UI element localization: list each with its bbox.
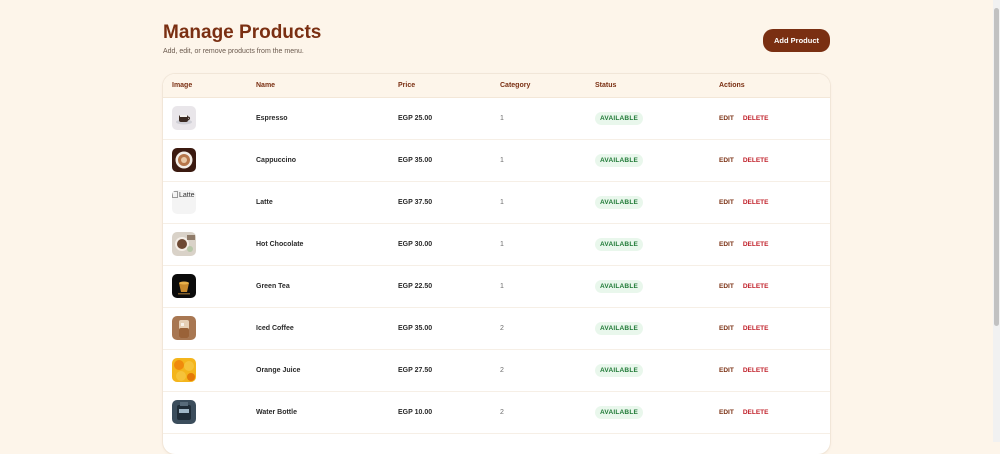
delete-button[interactable]: DELETE [743, 115, 769, 122]
status-badge: AVAILABLE [595, 279, 644, 293]
product-price: EGP 37.50 [398, 198, 433, 206]
column-header-price: Price [398, 82, 416, 89]
product-category: 1 [500, 240, 504, 248]
delete-button[interactable]: DELETE [743, 367, 769, 374]
manage-products-page: Manage Products Add, edit, or remove pro… [0, 0, 1000, 454]
product-category: 1 [500, 156, 504, 164]
status-badge: AVAILABLE [595, 237, 644, 251]
product-image-green-tea [172, 274, 196, 298]
product-name: Iced Coffee [256, 324, 294, 332]
product-image-latte: Latte [172, 190, 196, 214]
product-category: 2 [500, 366, 504, 374]
status-badge: AVAILABLE [595, 363, 644, 377]
delete-button[interactable]: DELETE [743, 325, 769, 332]
add-product-button[interactable]: Add Product [763, 29, 830, 52]
status-badge: AVAILABLE [595, 405, 644, 419]
actions-cell: EDIT DELETE [719, 391, 768, 433]
product-name: Latte [256, 198, 273, 206]
status-cell: AVAILABLE [595, 349, 644, 391]
table-row: Water Bottle EGP 10.00 2 AVAILABLE EDIT … [163, 391, 830, 434]
actions-cell: EDIT DELETE [719, 265, 768, 307]
product-name: Water Bottle [256, 408, 297, 416]
status-cell: AVAILABLE [595, 391, 644, 433]
actions-cell: EDIT DELETE [719, 139, 768, 181]
broken-image-placeholder: Latte [172, 190, 196, 214]
table-row: Hot Chocolate EGP 30.00 1 AVAILABLE EDIT… [163, 223, 830, 266]
status-cell: AVAILABLE [595, 97, 644, 139]
actions-cell: EDIT DELETE [719, 349, 768, 391]
product-name: Cappuccino [256, 156, 297, 164]
edit-button[interactable]: EDIT [719, 199, 734, 206]
table-row: Latte Latte EGP 37.50 1 AVAILABLE EDIT D… [163, 181, 830, 224]
product-price: EGP 30.00 [398, 240, 433, 248]
product-name: Orange Juice [256, 366, 301, 374]
broken-image-icon [172, 191, 178, 198]
product-name: Hot Chocolate [256, 240, 304, 248]
scrollbar-thumb[interactable] [994, 8, 999, 326]
edit-button[interactable]: EDIT [719, 115, 734, 122]
edit-button[interactable]: EDIT [719, 157, 734, 164]
actions-cell: EDIT DELETE [719, 97, 768, 139]
products-table: Image Name Price Category Status Actions… [163, 74, 830, 454]
status-cell: AVAILABLE [595, 139, 644, 181]
edit-button[interactable]: EDIT [719, 241, 734, 248]
product-price: EGP 35.00 [398, 156, 433, 164]
product-image-cappuccino [172, 148, 196, 172]
product-category: 1 [500, 198, 504, 206]
status-cell: AVAILABLE [595, 223, 644, 265]
product-image-espresso [172, 106, 196, 130]
actions-cell: EDIT DELETE [719, 223, 768, 265]
product-category: 1 [500, 282, 504, 290]
delete-button[interactable]: DELETE [743, 241, 769, 248]
column-header-name: Name [256, 82, 276, 89]
product-category: 1 [500, 114, 504, 122]
image-alt-text: Latte [179, 192, 195, 199]
product-price: EGP 10.00 [398, 408, 433, 416]
delete-button[interactable]: DELETE [743, 283, 769, 290]
status-badge: AVAILABLE [595, 111, 644, 125]
edit-button[interactable]: EDIT [719, 325, 734, 332]
delete-button[interactable]: DELETE [743, 157, 769, 164]
product-name: Green Tea [256, 282, 290, 290]
actions-cell: EDIT DELETE [719, 181, 768, 223]
table-row: Cappuccino EGP 35.00 1 AVAILABLE EDIT DE… [163, 139, 830, 182]
status-cell: AVAILABLE [595, 307, 644, 349]
status-badge: AVAILABLE [595, 195, 644, 209]
product-image-iced-coffee [172, 316, 196, 340]
product-price: EGP 22.50 [398, 282, 433, 290]
actions-cell: EDIT DELETE [719, 307, 768, 349]
product-category: 2 [500, 324, 504, 332]
table-row: Orange Juice EGP 27.50 2 AVAILABLE EDIT … [163, 349, 830, 392]
product-price: EGP 27.50 [398, 366, 433, 374]
status-cell: AVAILABLE [595, 265, 644, 307]
product-category: 2 [500, 408, 504, 416]
table-row: Green Tea EGP 22.50 1 AVAILABLE EDIT DEL… [163, 265, 830, 308]
product-price: EGP 25.00 [398, 114, 433, 122]
status-cell: AVAILABLE [595, 181, 644, 223]
product-image-water-bottle [172, 400, 196, 424]
status-badge: AVAILABLE [595, 153, 644, 167]
column-header-category: Category [500, 82, 531, 89]
product-image-hot-chocolate [172, 232, 196, 256]
table-row: Iced Coffee EGP 35.00 2 AVAILABLE EDIT D… [163, 307, 830, 350]
edit-button[interactable]: EDIT [719, 283, 734, 290]
table-row: Espresso EGP 25.00 1 AVAILABLE EDIT DELE… [163, 97, 830, 140]
edit-button[interactable]: EDIT [719, 367, 734, 374]
product-image-orange-juice [172, 358, 196, 382]
page-scrollbar[interactable] [993, 0, 1000, 442]
column-header-actions: Actions [719, 82, 745, 89]
status-badge: AVAILABLE [595, 321, 644, 335]
column-header-image: Image [172, 82, 193, 89]
page-subtitle: Add, edit, or remove products from the m… [163, 48, 304, 55]
table-header: Image Name Price Category Status Actions [163, 74, 830, 98]
edit-button[interactable]: EDIT [719, 409, 734, 416]
product-name: Espresso [256, 114, 288, 122]
delete-button[interactable]: DELETE [743, 409, 769, 416]
page-title: Manage Products [163, 22, 322, 43]
product-price: EGP 35.00 [398, 324, 433, 332]
delete-button[interactable]: DELETE [743, 199, 769, 206]
column-header-status: Status [595, 82, 617, 89]
